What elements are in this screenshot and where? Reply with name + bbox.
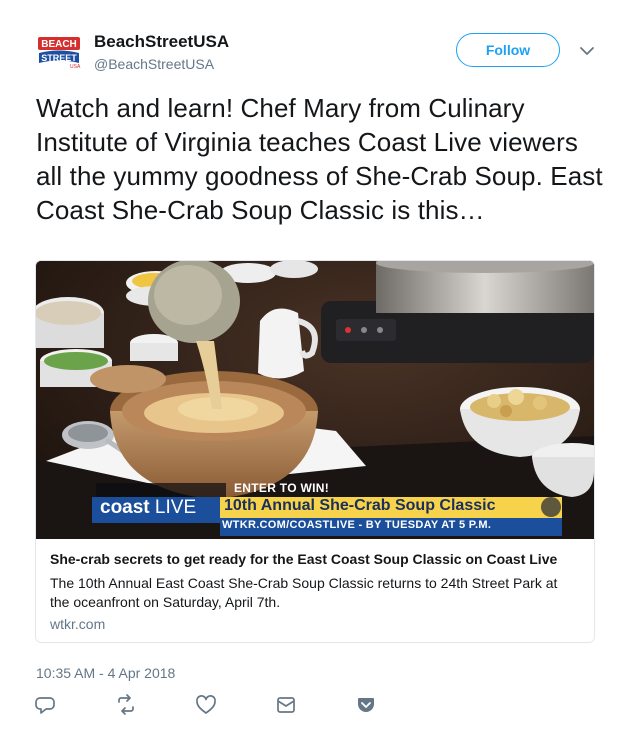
like-icon[interactable]	[195, 694, 217, 716]
card-body[interactable]: She-crab secrets to get ready for the Ea…	[36, 539, 594, 642]
beachstreet-logo-icon: BEACH STREET USA	[36, 34, 82, 70]
tweet-actions	[0, 694, 632, 724]
chevron-down-icon[interactable]	[578, 44, 596, 58]
user-handle[interactable]: @BeachStreetUSA	[94, 56, 214, 72]
card-image[interactable]: ENTER TO WIN! coast LIVE 10th Annual She…	[36, 261, 594, 539]
tweet-text: Watch and learn! Chef Mary from Culinary…	[36, 93, 603, 225]
retweet-icon[interactable]	[115, 694, 137, 716]
svg-text:USA: USA	[70, 64, 81, 70]
link-card[interactable]: ENTER TO WIN! coast LIVE 10th Annual She…	[35, 260, 595, 643]
tweet-timestamp[interactable]: 10:35 AM - 4 Apr 2018	[36, 665, 175, 681]
card-description: The 10th Annual East Coast She-Crab Soup…	[50, 575, 558, 610]
svg-text:BEACH: BEACH	[41, 39, 77, 50]
card-domain: wtkr.com	[50, 616, 106, 632]
display-name[interactable]: BeachStreetUSA	[94, 32, 229, 52]
card-title[interactable]: She-crab secrets to get ready for the Ea…	[50, 551, 557, 567]
svg-text:STREET: STREET	[41, 53, 77, 63]
tweet-header: BEACH STREET USA BeachStreetUSA @BeachSt…	[0, 0, 632, 90]
soup-video-still	[36, 261, 594, 539]
avatar[interactable]: BEACH STREET USA	[36, 34, 82, 70]
follow-button[interactable]: Follow	[456, 33, 560, 67]
bookmark-icon[interactable]	[355, 694, 377, 716]
reply-icon[interactable]	[34, 694, 56, 716]
dm-icon[interactable]	[275, 694, 297, 716]
